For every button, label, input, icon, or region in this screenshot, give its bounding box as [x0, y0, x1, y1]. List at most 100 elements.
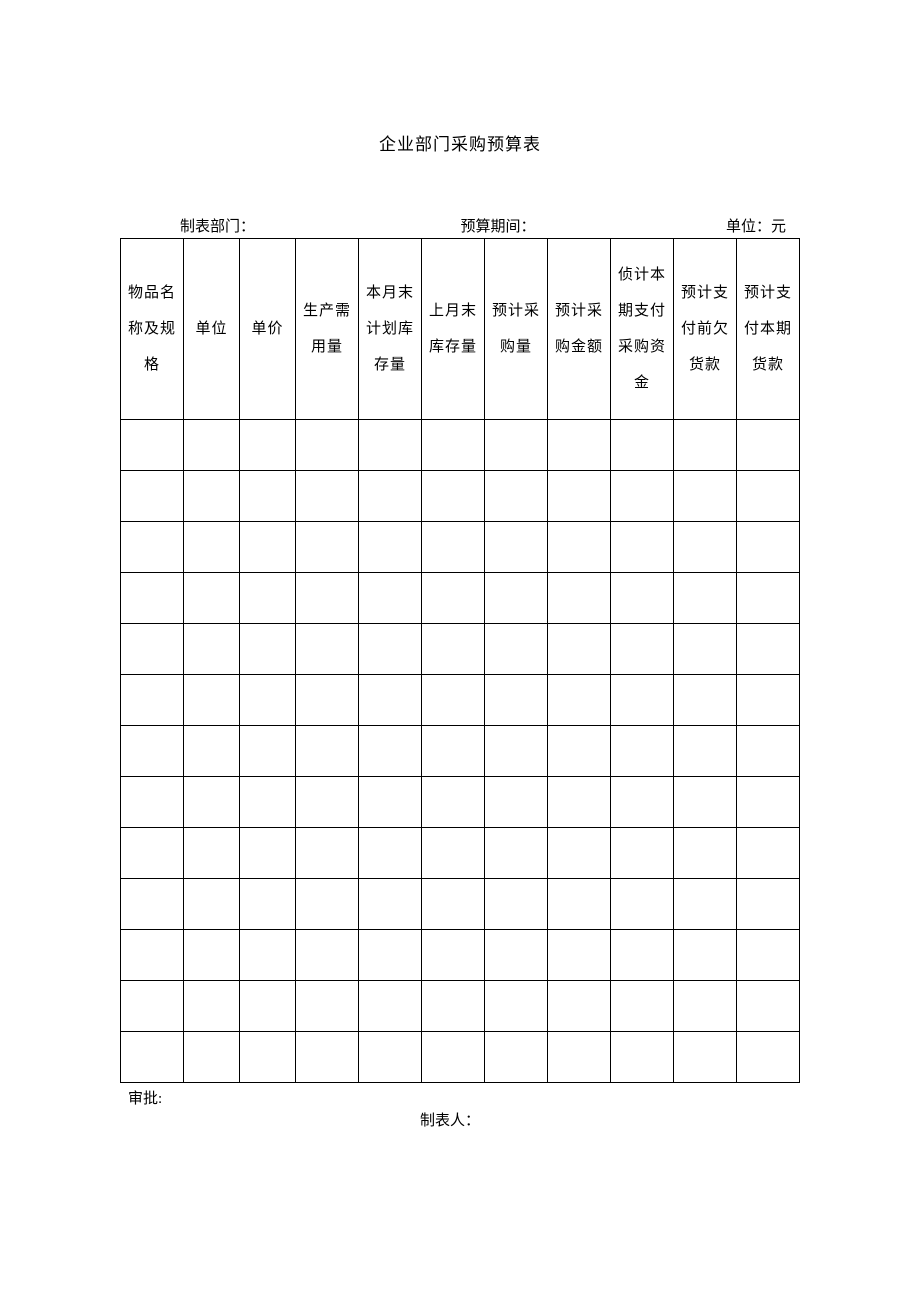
col-header: 生产需用量	[296, 239, 359, 420]
table-cell	[359, 573, 422, 624]
table-cell	[485, 522, 548, 573]
table-cell	[674, 675, 737, 726]
table-cell	[184, 981, 240, 1032]
table-cell	[548, 573, 611, 624]
col-header: 预计支付前欠货款	[674, 239, 737, 420]
table-cell	[611, 981, 674, 1032]
table-cell	[359, 471, 422, 522]
table-cell	[240, 420, 296, 471]
table-cell	[240, 675, 296, 726]
footer: 审批: 制表人：	[120, 1087, 800, 1137]
col-header: 本月末计划库存量	[359, 239, 422, 420]
table-cell	[121, 573, 184, 624]
table-header-row: 物品名称及规格 单位 单价 生产需用量 本月末计划库存量 上月末库存量 预计采购…	[121, 239, 800, 420]
table-cell	[737, 1032, 800, 1083]
table-row	[121, 879, 800, 930]
col-header: 预计采购量	[485, 239, 548, 420]
table-cell	[240, 981, 296, 1032]
table-cell	[296, 624, 359, 675]
table-cell	[240, 522, 296, 573]
table-cell	[422, 930, 485, 981]
table-cell	[121, 522, 184, 573]
table-row	[121, 828, 800, 879]
table-cell	[674, 471, 737, 522]
table-cell	[674, 573, 737, 624]
col-header: 预计支付本期货款	[737, 239, 800, 420]
table-cell	[737, 726, 800, 777]
table-cell	[121, 471, 184, 522]
meta-unit-label: 单位：元	[594, 215, 796, 236]
table-cell	[737, 981, 800, 1032]
table-cell	[485, 828, 548, 879]
table-cell	[548, 777, 611, 828]
table-cell	[485, 471, 548, 522]
table-cell	[737, 675, 800, 726]
table-cell	[184, 726, 240, 777]
col-header: 物品名称及规格	[121, 239, 184, 420]
table-cell	[296, 522, 359, 573]
table-cell	[737, 420, 800, 471]
table-cell	[240, 930, 296, 981]
table-cell	[184, 777, 240, 828]
table-cell	[240, 573, 296, 624]
table-cell	[296, 573, 359, 624]
table-cell	[359, 828, 422, 879]
table-cell	[296, 726, 359, 777]
table-cell	[611, 828, 674, 879]
table-cell	[737, 624, 800, 675]
table-cell	[548, 624, 611, 675]
table-cell	[548, 726, 611, 777]
table-cell	[674, 726, 737, 777]
approve-label: 审批:	[128, 1087, 162, 1108]
table-cell	[737, 471, 800, 522]
table-cell	[422, 675, 485, 726]
table-cell	[422, 471, 485, 522]
table-cell	[485, 726, 548, 777]
table-cell	[422, 624, 485, 675]
table-cell	[737, 777, 800, 828]
table-cell	[737, 879, 800, 930]
table-row	[121, 981, 800, 1032]
table-cell	[485, 1032, 548, 1083]
table-cell	[240, 828, 296, 879]
table-cell	[485, 879, 548, 930]
table-cell	[359, 675, 422, 726]
table-cell	[674, 1032, 737, 1083]
table-cell	[548, 828, 611, 879]
table-cell	[737, 930, 800, 981]
table-cell	[296, 420, 359, 471]
table-cell	[296, 828, 359, 879]
table-cell	[296, 777, 359, 828]
table-cell	[548, 471, 611, 522]
meta-dept-label: 制表部门：	[180, 215, 372, 236]
table-row	[121, 471, 800, 522]
table-row	[121, 573, 800, 624]
table-cell	[611, 624, 674, 675]
table-row	[121, 522, 800, 573]
table-cell	[422, 828, 485, 879]
table-row	[121, 420, 800, 471]
table-cell	[485, 981, 548, 1032]
table-cell	[296, 930, 359, 981]
table-cell	[485, 930, 548, 981]
meta-period-label: 预算期间：	[372, 215, 594, 236]
table-cell	[674, 981, 737, 1032]
table-cell	[422, 420, 485, 471]
table-cell	[359, 777, 422, 828]
col-header: 单价	[240, 239, 296, 420]
table-cell	[485, 675, 548, 726]
table-cell	[359, 981, 422, 1032]
meta-row: 制表部门： 预算期间： 单位：元	[120, 215, 800, 238]
table-cell	[611, 726, 674, 777]
table-cell	[121, 930, 184, 981]
table-cell	[184, 573, 240, 624]
table-body	[121, 420, 800, 1083]
table-cell	[184, 675, 240, 726]
col-header: 上月末库存量	[422, 239, 485, 420]
table-cell	[121, 879, 184, 930]
table-cell	[240, 624, 296, 675]
col-header: 预计采购金额	[548, 239, 611, 420]
table-cell	[485, 624, 548, 675]
table-cell	[422, 777, 485, 828]
preparer-label: 制表人：	[420, 1109, 480, 1130]
